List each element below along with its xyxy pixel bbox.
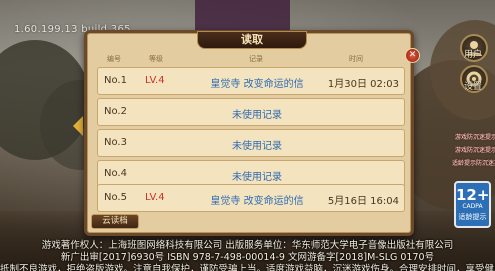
slot-record: 未使用记录 (232, 141, 282, 152)
close-button[interactable]: ✕ (405, 48, 420, 63)
column-headers: 编号 等级 记录 时间 (97, 54, 405, 65)
slot-record: 未使用记录 (232, 110, 282, 121)
settings-label: 设置 (464, 82, 483, 92)
slot-record: 皇觉寺 改变命运的信 (210, 196, 304, 207)
load-dialog: 读取 ✕ 编号 等级 记录 时间 No.1 LV.4 皇觉寺 改变命运的信 1月… (84, 30, 420, 236)
column-header-record: 记录 (249, 55, 263, 63)
slot-time: 5月16日 16:04 (327, 196, 399, 207)
age-rating: 12+ (456, 186, 490, 204)
slot-record: 未使用记录 (232, 172, 282, 183)
save-slot-5[interactable]: No.5 LV.4 皇觉寺 改变命运的信 5月16日 16:04 (97, 184, 405, 212)
save-slot-2[interactable]: No.2 未使用记录 (97, 98, 405, 126)
slot-time: 1月30日 02:03 (327, 79, 399, 90)
slot-record: 皇觉寺 改变命运的信 (210, 79, 304, 90)
cloud-load-button[interactable]: 云读档 (91, 214, 139, 229)
column-header-time: 时间 (349, 55, 363, 63)
slot-level: LV.4 (145, 75, 165, 86)
prev-page-arrow[interactable] (73, 116, 83, 136)
age-tip-label: 适龄提示 (458, 213, 487, 221)
slot-number: No.4 (104, 168, 127, 179)
slot-number: No.5 (104, 192, 127, 203)
slot-number: No.2 (104, 106, 127, 117)
user-center-label: 用户 (464, 50, 483, 60)
slot-number: No.1 (104, 75, 127, 86)
dialog-title: 读取 (197, 31, 307, 49)
cadpa-brand: CADPA (462, 203, 483, 210)
slot-level: LV.4 (145, 192, 165, 203)
column-header-no: 编号 (107, 55, 121, 63)
anti-addiction-link-2[interactable]: 游戏防沉迷提示 (455, 145, 495, 154)
save-slot-1[interactable]: No.1 LV.4 皇觉寺 改变命运的信 1月30日 02:03 (97, 67, 405, 95)
cadpa-age-badge[interactable]: 12+ CADPA 适龄提示 (454, 181, 491, 228)
slot-number: No.3 (104, 137, 127, 148)
age-tip-link[interactable]: 适龄提示防沉迷提示 (452, 158, 495, 167)
anti-addiction-link-1[interactable]: 游戏防沉迷提示 (455, 132, 495, 141)
column-header-level: 等级 (149, 55, 163, 63)
save-slot-3[interactable]: No.3 未使用记录 (97, 129, 405, 157)
health-notice-line: 抵制不良游戏，拒绝盗版游戏。注意自我保护，谨防受骗上当。适度游戏益脑，沉迷游戏伤… (0, 264, 495, 271)
